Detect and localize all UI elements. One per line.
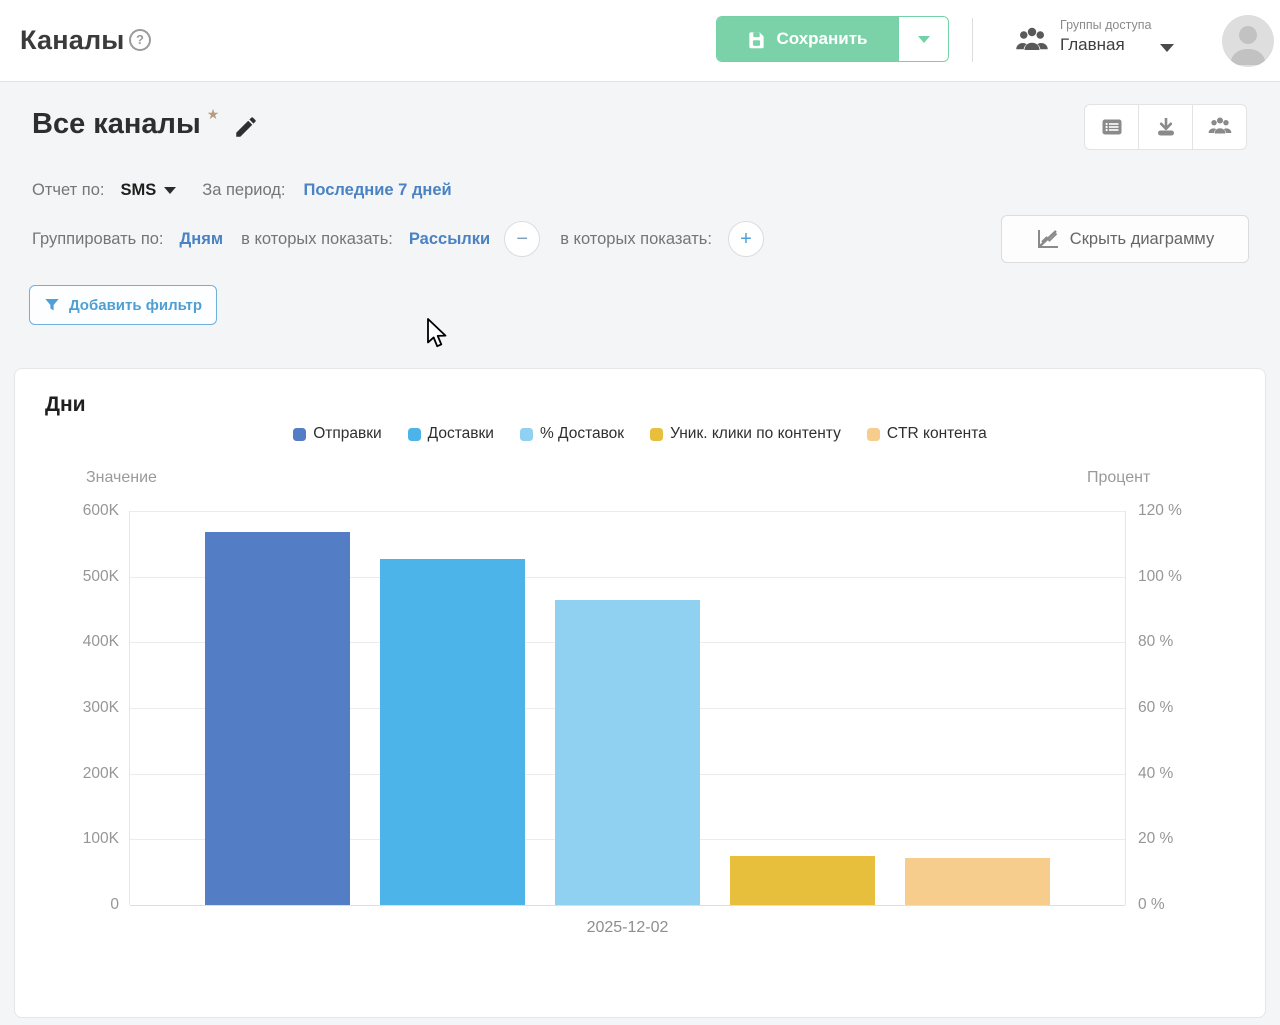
report-by-chevron-icon[interactable] (164, 187, 176, 194)
report-toolbar (1084, 104, 1247, 150)
access-group-caption: Группы доступа (1060, 18, 1151, 32)
report-by-select[interactable]: SMS (120, 181, 156, 200)
axis-tick: 120 % (1138, 502, 1228, 520)
right-axis-ticks: 120 %100 %80 %60 %40 %20 %0 % (1138, 511, 1228, 905)
show-in-label-1: в которых показать: (241, 230, 393, 249)
access-group-value: Главная (1060, 35, 1151, 55)
legend-swatch-unique_clicks (650, 428, 663, 441)
add-dimension-button[interactable]: + (728, 221, 764, 257)
report-title-row: Все каналы ★ (32, 108, 259, 141)
x-axis-category-label: 2025-12-02 (129, 919, 1126, 937)
legend-item-ctr[interactable]: CTR контента (867, 425, 987, 443)
axis-tick: 80 % (1138, 633, 1228, 651)
list-icon (1100, 115, 1124, 139)
chart-card: Дни Отправки Доставки % Доставок Уник. клик… (14, 368, 1266, 1018)
axis-tick: 400K (33, 633, 119, 651)
legend-swatch-deliveries (408, 428, 421, 441)
add-filter-label: Добавить фильтр (69, 297, 202, 314)
legend-label-unique_clicks: Уник. клики по контенту (670, 425, 841, 443)
axis-tick: 60 % (1138, 699, 1228, 717)
bar-delivery_rate (555, 600, 700, 905)
avatar-silhouette-icon (1222, 15, 1274, 67)
legend-label-ctr: CTR контента (887, 425, 987, 443)
bar-unique_clicks (730, 856, 875, 905)
legend-item-delivery_rate[interactable]: % Доставок (520, 425, 624, 443)
axis-tick: 100K (33, 830, 119, 848)
download-button[interactable] (1138, 104, 1193, 150)
axis-tick: 40 % (1138, 765, 1228, 783)
axis-tick: 600K (33, 502, 119, 520)
axis-tick: 300K (33, 699, 119, 717)
chart-card-title: Дни (45, 393, 86, 417)
bar-sends (205, 532, 350, 905)
report-by-label: Отчет по: (32, 181, 104, 200)
download-icon (1154, 115, 1178, 139)
save-button-label: Сохранить (776, 29, 867, 49)
report-filters-row-2: Группировать по: Дням в которых показать… (32, 221, 764, 257)
save-icon (747, 30, 766, 49)
report-filters-row-1: Отчет по: SMS За период: Последние 7 дне… (32, 181, 452, 200)
access-group-block[interactable]: Группы доступа Главная (1060, 18, 1151, 55)
right-axis-title: Процент (1087, 469, 1150, 487)
group-by-label: Группировать по: (32, 230, 164, 249)
chevron-down-icon (917, 35, 931, 44)
legend-swatch-sends (293, 428, 306, 441)
left-axis-title: Значение (86, 469, 157, 487)
axis-tick: 0 (33, 896, 119, 914)
table-view-button[interactable] (1084, 104, 1139, 150)
save-dropdown-button[interactable] (898, 17, 948, 61)
legend-label-delivery_rate: % Доставок (540, 425, 624, 443)
group-by-value-link[interactable]: Дням (180, 230, 224, 249)
gridline (130, 511, 1125, 512)
legend-item-unique_clicks[interactable]: Уник. клики по контенту (650, 425, 841, 443)
mouse-cursor-icon (426, 318, 450, 350)
avatar[interactable] (1222, 15, 1274, 67)
save-split-button: Сохранить (716, 16, 949, 62)
filter-funnel-icon (44, 297, 60, 313)
axis-tick: 0 % (1138, 896, 1228, 914)
app-screen: Каналы ? Сохранить Группы доступа (0, 0, 1280, 1025)
gridline (130, 905, 1125, 906)
axis-tick: 20 % (1138, 830, 1228, 848)
chart-legend: Отправки Доставки % Доставок Уник. клики по… (15, 425, 1265, 443)
save-button[interactable]: Сохранить (717, 17, 898, 61)
show-in-value-link[interactable]: Рассылки (409, 230, 490, 249)
access-group-chevron-icon[interactable] (1160, 44, 1174, 52)
help-icon[interactable]: ? (129, 29, 151, 51)
legend-swatch-delivery_rate (520, 428, 533, 441)
remove-dimension-button[interactable]: − (504, 221, 540, 257)
users-icon (1207, 116, 1233, 138)
bar-ctr (905, 858, 1050, 905)
add-filter-button[interactable]: Добавить фильтр (29, 285, 217, 325)
plot-area (129, 511, 1126, 905)
unsaved-star-icon: ★ (207, 106, 220, 123)
share-access-button[interactable] (1192, 104, 1247, 150)
header-divider (972, 18, 973, 62)
period-label: За период: (202, 181, 285, 200)
legend-label-sends: Отправки (313, 425, 381, 443)
axis-tick: 100 % (1138, 568, 1228, 586)
show-in-label-2: в которых показать: (560, 230, 712, 249)
access-groups-icon (1014, 26, 1050, 56)
legend-label-deliveries: Доставки (428, 425, 494, 443)
hide-chart-label: Скрыть диаграмму (1070, 230, 1214, 249)
left-axis-ticks: 600K500K400K300K200K100K0 (33, 511, 119, 905)
legend-item-deliveries[interactable]: Доставки (408, 425, 494, 443)
bar-deliveries (380, 559, 525, 905)
axis-tick: 200K (33, 765, 119, 783)
axis-tick: 500K (33, 568, 119, 586)
chart-slash-icon (1036, 228, 1060, 250)
report-title: Все каналы (32, 108, 201, 141)
legend-swatch-ctr (867, 428, 880, 441)
period-value-link[interactable]: Последние 7 дней (304, 181, 452, 200)
top-header: Каналы ? Сохранить Группы доступа (0, 0, 1280, 82)
hide-chart-button[interactable]: Скрыть диаграмму (1001, 215, 1249, 263)
legend-item-sends[interactable]: Отправки (293, 425, 381, 443)
edit-title-pencil-icon[interactable] (233, 114, 259, 140)
page-title: Каналы (20, 25, 125, 56)
